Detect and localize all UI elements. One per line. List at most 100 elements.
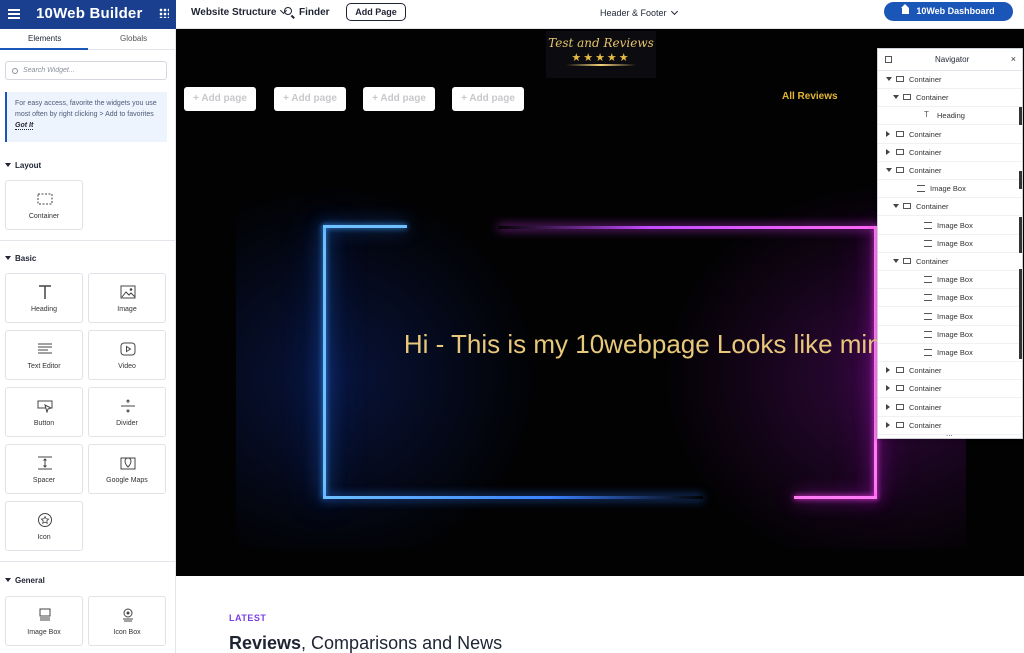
caret-right-icon[interactable] xyxy=(886,385,890,392)
section-basic-label: Basic xyxy=(15,254,37,263)
home-icon xyxy=(901,4,910,14)
search-placeholder: Search Widget... xyxy=(23,67,75,74)
dashboard-button[interactable]: 10Web Dashboard xyxy=(884,2,1013,21)
brand-title: 10Web Builder xyxy=(36,5,143,22)
finder-button[interactable]: Finder xyxy=(284,7,330,18)
navigator-item[interactable]: Image Box xyxy=(878,326,1022,344)
widget-label: Icon Box xyxy=(113,629,141,636)
tip-text: For easy access, favorite the widgets yo… xyxy=(15,100,157,118)
tab-elements[interactable]: Elements xyxy=(28,34,61,43)
navigator-item[interactable]: Image Box xyxy=(878,289,1022,308)
tab-globals[interactable]: Globals xyxy=(120,34,147,43)
navigator-item[interactable]: Container xyxy=(878,198,1022,217)
widget-text-editor[interactable]: Text Editor xyxy=(5,330,83,380)
navigator-item[interactable]: Image Box xyxy=(878,217,1022,235)
icon-box-icon xyxy=(123,608,133,622)
container-icon xyxy=(896,385,904,392)
section-basic[interactable]: Basic xyxy=(5,254,36,263)
navigator-item-label: Image Box xyxy=(937,293,973,303)
section-layout[interactable]: Layout xyxy=(5,161,41,170)
navigator-item[interactable]: Container xyxy=(878,399,1022,417)
site-logo[interactable]: Test and Reviews ★★★★★ xyxy=(546,31,656,78)
divider xyxy=(0,561,175,562)
navigator-item[interactable]: Image Box xyxy=(878,235,1022,253)
hamburger-menu-icon[interactable] xyxy=(8,9,20,19)
widget-icon-box[interactable]: Icon Box xyxy=(88,596,166,646)
neon-frame-pink-top xyxy=(498,226,877,229)
navigator-item[interactable]: Container xyxy=(878,380,1022,399)
divider xyxy=(0,240,175,241)
widget-label: Button xyxy=(33,420,55,427)
active-tab-indicator xyxy=(0,48,88,50)
widget-label: Container xyxy=(28,213,60,220)
brand-bar: 10Web Builder xyxy=(0,0,176,29)
heading-icon: T xyxy=(924,110,929,120)
add-page-pill-3[interactable]: + Add page xyxy=(363,87,435,111)
caret-down-icon[interactable] xyxy=(893,259,899,263)
navigator-item[interactable]: Image Box xyxy=(878,308,1022,326)
widget-container[interactable]: Container xyxy=(5,180,83,230)
navigator-item[interactable]: Container xyxy=(878,162,1022,180)
navigator-item[interactable]: Image Box xyxy=(878,271,1022,290)
add-page-pill-2[interactable]: + Add page xyxy=(274,87,346,111)
widget-button[interactable]: Button xyxy=(5,387,83,437)
all-reviews-link[interactable]: All Reviews xyxy=(782,91,838,102)
header-footer-dropdown[interactable]: Header & Footer xyxy=(600,7,678,18)
caret-down-icon[interactable] xyxy=(886,77,892,81)
navigator-item-label: Image Box xyxy=(937,329,973,339)
navigator-item[interactable]: Image Box xyxy=(878,344,1022,362)
logo-text: Test and Reviews xyxy=(548,36,654,50)
caret-right-icon[interactable] xyxy=(886,130,890,137)
navigator-item[interactable]: Container xyxy=(878,144,1022,162)
website-structure-dropdown[interactable]: Website Structure xyxy=(191,6,288,18)
got-it-link[interactable]: Got It xyxy=(15,122,34,130)
caret-right-icon[interactable] xyxy=(886,403,890,410)
navigator-item-label: Image Box xyxy=(937,275,973,285)
widget-heading[interactable]: Heading xyxy=(5,273,83,323)
search-widget-input[interactable]: Search Widget... xyxy=(5,61,167,80)
finder-label: Finder xyxy=(299,7,330,18)
caret-right-icon[interactable] xyxy=(886,367,890,374)
caret-right-icon[interactable] xyxy=(886,148,890,155)
widget-video[interactable]: Video xyxy=(88,330,166,380)
widget-divider[interactable]: Divider xyxy=(88,387,166,437)
map-pin-icon xyxy=(120,457,136,470)
widget-image-box[interactable]: Image Box xyxy=(5,596,83,646)
apps-grid-icon[interactable] xyxy=(159,8,169,18)
widget-image[interactable]: Image xyxy=(88,273,166,323)
caret-down-icon[interactable] xyxy=(893,204,899,209)
image-box-icon xyxy=(924,349,932,356)
widget-label: Icon xyxy=(37,534,51,541)
scroll-marker xyxy=(1019,217,1022,253)
collapse-icon[interactable] xyxy=(885,56,892,63)
navigator-item[interactable]: T Heading xyxy=(878,107,1022,126)
add-page-pill-1[interactable]: + Add page xyxy=(184,87,256,111)
navigator-title: Navigator xyxy=(935,55,970,64)
section-general-label: General xyxy=(15,576,45,585)
image-box-icon xyxy=(924,221,932,229)
navigator-item[interactable]: Container xyxy=(878,89,1022,108)
container-icon xyxy=(896,367,904,374)
widget-spacer[interactable]: Spacer xyxy=(5,444,83,494)
close-icon[interactable]: × xyxy=(1011,54,1016,64)
widget-google-maps[interactable]: Google Maps xyxy=(88,444,166,494)
add-page-pill-4[interactable]: + Add page xyxy=(452,87,524,111)
neon-frame-blue-top xyxy=(323,225,407,228)
navigator-item[interactable]: Container xyxy=(878,362,1022,381)
logo-glow-line xyxy=(566,64,636,66)
caret-down-icon[interactable] xyxy=(886,168,892,172)
navigator-item[interactable]: Container xyxy=(878,71,1022,89)
section-general[interactable]: General xyxy=(5,576,45,585)
widgets-sidebar: Elements Globals Search Widget... For ea… xyxy=(0,29,176,653)
add-page-button[interactable]: Add Page xyxy=(346,3,406,21)
image-icon xyxy=(120,285,136,299)
caret-down-icon[interactable] xyxy=(893,95,899,100)
navigator-item-label: Heading xyxy=(937,111,965,121)
caret-right-icon[interactable] xyxy=(886,421,890,428)
navigator-item-label: Container xyxy=(909,75,942,84)
navigator-item[interactable]: Image Box xyxy=(878,180,1022,199)
navigator-item-label: Container xyxy=(909,366,942,376)
widget-icon[interactable]: Icon xyxy=(5,501,83,551)
navigator-item[interactable]: Container xyxy=(878,126,1022,144)
navigator-item[interactable]: Container xyxy=(878,253,1022,271)
